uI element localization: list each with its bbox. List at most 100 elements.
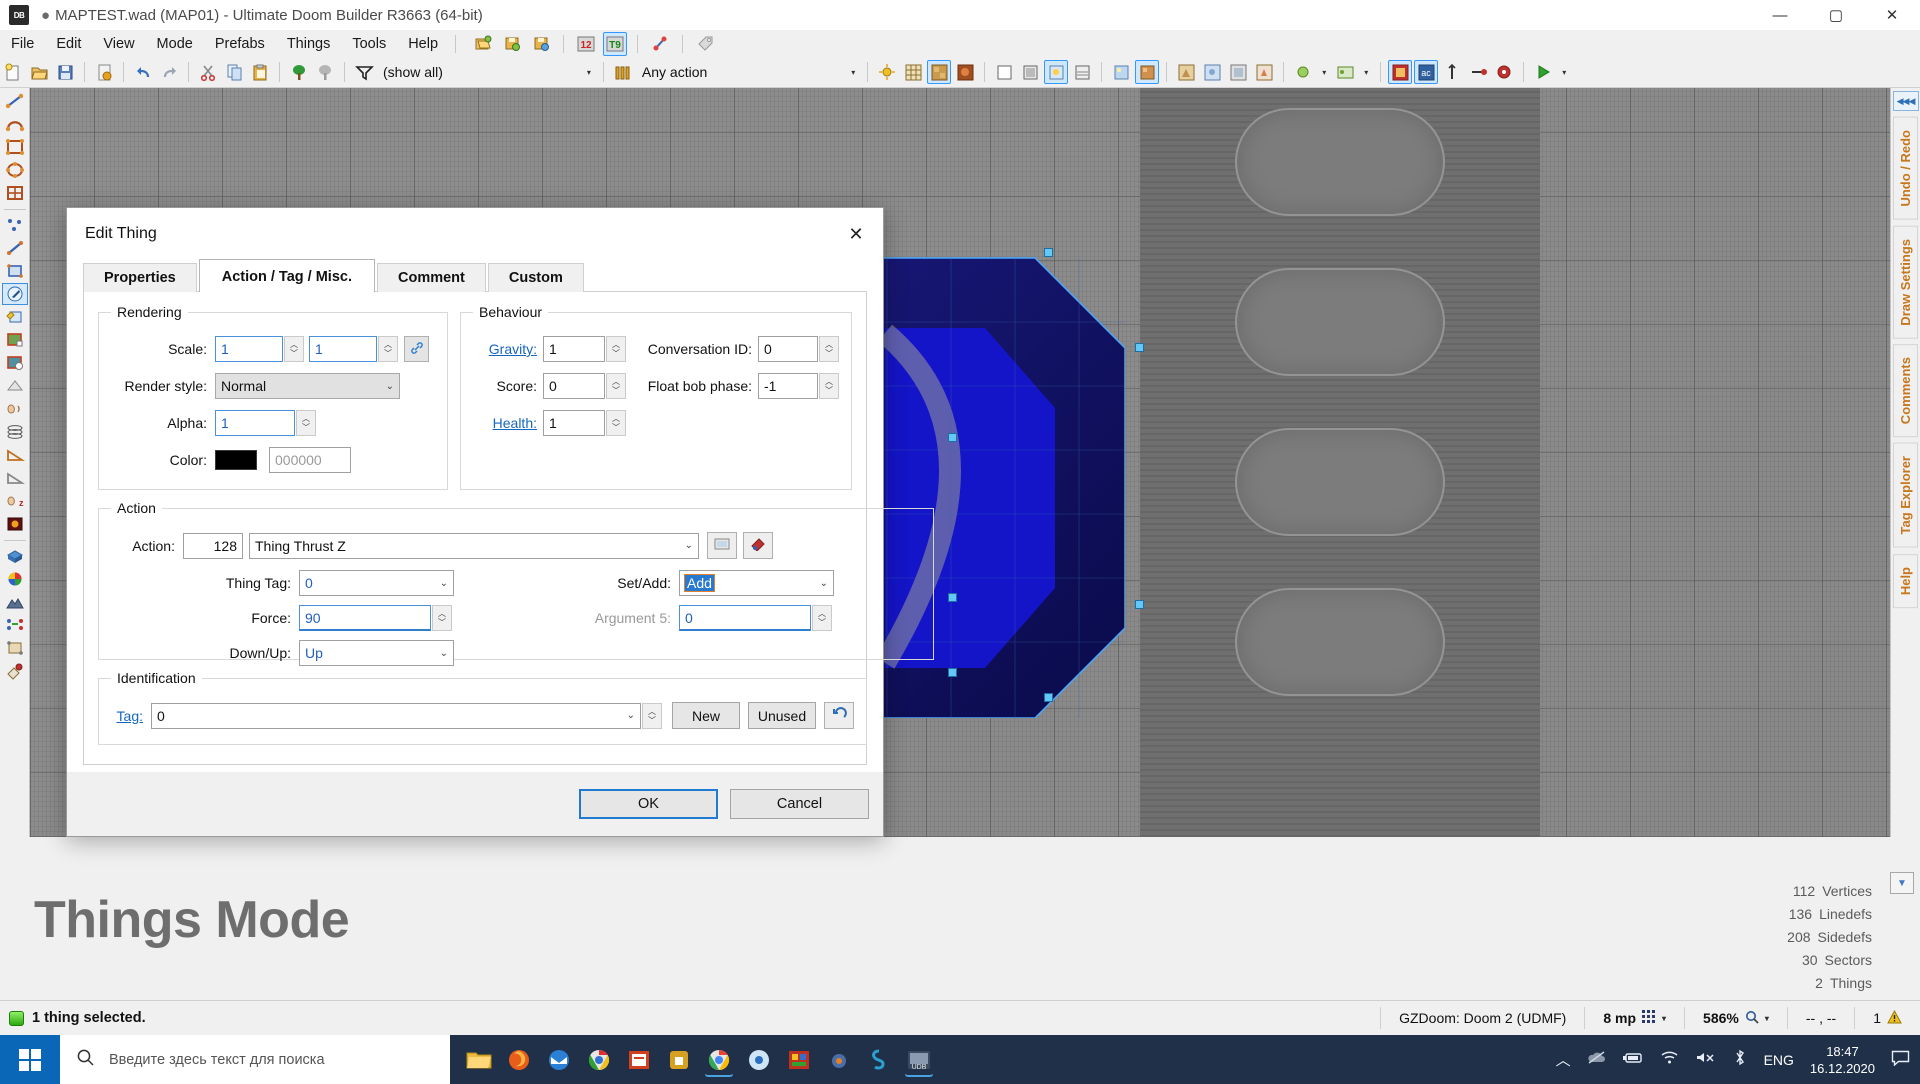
linedefs-mode-icon[interactable]: 12 [574,32,598,56]
flip-icon[interactable] [2,375,28,397]
gravity-label[interactable]: Gravity: [473,341,537,357]
tab-action-tag-misc[interactable]: Action / Tag / Misc. [198,259,375,292]
action-center-icon[interactable] [1891,1050,1910,1070]
linedefs-mode-icon[interactable] [2,237,28,259]
selected-thing[interactable] [948,433,957,442]
chrome-icon[interactable] [704,1045,734,1075]
new-map-icon[interactable] [1,60,25,84]
new-tag-button[interactable]: New [672,702,740,729]
slade-icon[interactable] [784,1045,814,1075]
alpha-spinner[interactable]: ︿ ﹀ [296,410,316,436]
test-map-dropdown[interactable]: ▾ [1556,61,1572,83]
light-mode-icon[interactable] [1291,60,1315,84]
store-icon[interactable] [664,1045,694,1075]
color-picker-icon[interactable] [2,568,28,590]
vertical-align-icon[interactable] [1440,60,1464,84]
menu-file[interactable]: File [0,32,45,56]
reset-tag-button[interactable] [824,702,854,729]
color-hex-input[interactable]: 000000 [269,447,351,473]
action-special-button[interactable] [743,532,773,559]
render-style-select[interactable]: Normal ⌄ [215,373,400,399]
brightness-icon[interactable] [2,513,28,535]
menu-help[interactable]: Help [397,32,449,56]
align-thing-icon[interactable] [1252,60,1276,84]
things-mode-icon[interactable] [1,283,28,305]
sky-icon[interactable] [1109,60,1133,84]
action-name-select[interactable]: Thing Thrust Z ⌄ [249,532,699,559]
paste-icon[interactable] [248,60,272,84]
taskbar-search[interactable]: Введите здесь текст для поиска [60,1035,450,1084]
fog-icon[interactable] [1070,60,1094,84]
sector-effect-icon[interactable] [1333,60,1357,84]
ok-button[interactable]: OK [579,789,718,819]
snap-vertices-icon[interactable] [1388,60,1413,84]
volume-muted-icon[interactable] [1695,1050,1716,1069]
arg-spinner-force[interactable]: ︿ ﹀ [432,605,452,631]
arg-input-down-up[interactable]: Up ⌄ [299,640,454,666]
vertices-mode-icon[interactable] [648,32,672,56]
status-warnings[interactable]: 1 [1854,1007,1920,1029]
edit-selection-icon[interactable] [2,306,28,328]
collapse-panel-button[interactable]: ◀◀◀ [1892,91,1919,111]
expand-statistics-button[interactable]: ▼ [1890,872,1914,894]
menu-mode[interactable]: Mode [146,32,204,56]
open-map-icon[interactable] [27,60,51,84]
link-scale-button[interactable] [404,336,429,362]
panel-tab-help[interactable]: Help [1893,553,1918,609]
show-grid-icon[interactable] [901,60,925,84]
draw-rectangle-icon[interactable] [2,136,28,158]
snap-to-things-icon[interactable] [313,60,337,84]
light-mode-dropdown[interactable]: ▾ [1316,61,1332,83]
tag-icon[interactable] [693,32,717,56]
panel-tab-undo-redo[interactable]: Undo / Redo [1893,117,1918,220]
alpha-input[interactable]: 1 [215,410,295,436]
vertices-mode-icon[interactable] [2,214,28,236]
scale-x-input[interactable]: 1 [215,336,283,362]
texture-align-y-icon[interactable] [2,352,28,374]
align-floor-icon[interactable] [1174,60,1198,84]
filter-dropdown[interactable]: ▾ [447,61,597,83]
sound-propagation-icon[interactable] [2,398,28,420]
close-button[interactable]: ✕ [1864,0,1920,30]
selected-vertex[interactable] [1135,343,1144,352]
flip-sidedefs-icon[interactable] [1466,60,1490,84]
draw-ellipse-icon[interactable] [2,159,28,181]
minimize-button[interactable]: — [1752,0,1808,30]
save-map-icon[interactable] [53,60,77,84]
selected-vertex[interactable] [1044,693,1053,702]
menu-tools[interactable]: Tools [341,32,397,56]
show-brightness-icon[interactable] [875,60,899,84]
draw-line-icon[interactable] [2,90,28,112]
draw-grid-icon[interactable] [2,182,28,204]
gravity-spinner[interactable]: ︿ ﹀ [606,336,626,362]
tag-label[interactable]: Tag: [111,708,143,724]
texture-align-x-icon[interactable] [2,329,28,351]
float-bob-phase-input[interactable]: -1 [758,373,818,399]
selected-thing[interactable] [948,668,957,677]
cancel-button[interactable]: Cancel [730,789,869,819]
map-options-icon[interactable] [92,60,116,84]
save-map-icon[interactable] [500,32,524,56]
arg-input-argument-5[interactable]: 0 [679,605,811,631]
action-filter-icon[interactable] [611,60,635,84]
flip-linedefs-icon[interactable] [1492,60,1516,84]
arg-input-set-add[interactable]: Add ⌄ [679,570,834,596]
selected-vertex[interactable] [1044,248,1053,257]
tag-select[interactable]: 0 ⌄ [151,702,641,729]
things-mode-icon[interactable]: T9 [603,31,628,56]
visual-mode-icon[interactable] [2,545,28,567]
office-icon[interactable] [624,1045,654,1075]
language-indicator[interactable]: ENG [1764,1052,1794,1068]
clock[interactable]: 18:47 16.12.2020 [1810,1043,1875,1077]
show-textures-icon[interactable] [927,60,952,84]
unused-tag-button[interactable]: Unused [748,702,816,729]
sketch-icon[interactable] [864,1045,894,1075]
battery-icon[interactable] [1622,1051,1644,1069]
menu-edit[interactable]: Edit [45,32,92,56]
scale-y-spinner[interactable]: ︿ ﹀ [378,336,398,362]
fullbright-icon[interactable] [1018,60,1042,84]
model-view-icon[interactable] [992,60,1016,84]
color-swatch[interactable] [215,450,257,470]
score-input[interactable]: 0 [543,373,605,399]
tag-spinner[interactable]: ︿ ﹀ [642,702,662,729]
